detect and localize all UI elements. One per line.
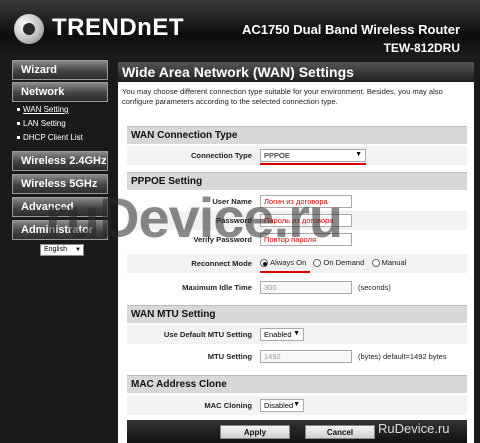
trendnet-logo-icon bbox=[14, 14, 44, 44]
mac-cloning-label: MAC Cloning bbox=[204, 401, 252, 410]
subitem-label: LAN Setting bbox=[23, 119, 66, 128]
row-reconnect-mode: Reconnect Mode Always On On Demand Manua… bbox=[127, 254, 467, 273]
mac-cloning-select[interactable]: Disabled ▼ bbox=[260, 399, 304, 412]
radio-label: Manual bbox=[381, 258, 407, 267]
row-max-idle-time: Maximum Idle Time 300 (seconds) bbox=[127, 278, 467, 297]
sidebar-item-wireless-24[interactable]: Wireless 2.4GHz bbox=[12, 151, 108, 171]
subitem-label: DHCP Client List bbox=[23, 133, 83, 142]
radio-label: Always On bbox=[270, 258, 307, 267]
highlight-underline bbox=[260, 163, 366, 165]
brand-name: TRENDnET bbox=[52, 14, 184, 41]
chevron-down-icon: ▼ bbox=[293, 330, 300, 337]
product-name: AC1750 Dual Band Wireless Router bbox=[241, 22, 460, 37]
model-name: TEW-812DRU bbox=[383, 41, 460, 55]
bullet-icon bbox=[17, 136, 20, 140]
max-idle-time-unit: (seconds) bbox=[358, 283, 391, 292]
chevron-down-icon: ▼ bbox=[355, 151, 362, 158]
highlight-underline bbox=[260, 271, 310, 273]
reconnect-mode-radio-group: Always On On Demand Manual bbox=[260, 258, 411, 267]
header: TRENDnET AC1750 Dual Band Wireless Route… bbox=[0, 0, 480, 58]
mtu-setting-input[interactable]: 1492 bbox=[260, 350, 352, 363]
section-mac-address-clone: MAC Address Clone bbox=[127, 375, 467, 393]
row-mac-cloning: MAC Cloning Disabled ▼ bbox=[127, 396, 467, 415]
sidebar-item-wizard[interactable]: Wizard bbox=[12, 60, 108, 80]
radio-checked-icon bbox=[260, 259, 268, 267]
radio-unchecked-icon bbox=[313, 259, 322, 267]
subitem-label: WAN Setting bbox=[23, 105, 69, 114]
radio-on-demand[interactable]: On Demand bbox=[313, 258, 364, 267]
row-mtu-setting: MTU Setting 1492 (bytes) default=1492 by… bbox=[127, 347, 467, 366]
radio-always-on[interactable]: Always On bbox=[260, 258, 306, 267]
page-description: You may choose different connection type… bbox=[122, 87, 443, 106]
watermark-large: ruDevice.ru bbox=[45, 186, 343, 249]
default-mtu-select[interactable]: Enabled ▼ bbox=[260, 328, 304, 341]
section-wan-mtu-setting: WAN MTU Setting bbox=[127, 305, 467, 323]
apply-button[interactable]: Apply bbox=[220, 425, 290, 439]
sidebar-item-network[interactable]: Network bbox=[12, 82, 108, 102]
default-mtu-value: Enabled bbox=[264, 330, 292, 339]
main-panel: Wide Area Network (WAN) Settings You may… bbox=[118, 62, 474, 443]
page-title: Wide Area Network (WAN) Settings bbox=[118, 62, 474, 82]
mac-cloning-value: Disabled bbox=[264, 401, 294, 410]
reconnect-mode-label: Reconnect Mode bbox=[191, 259, 252, 268]
max-idle-time-label: Maximum Idle Time bbox=[182, 283, 252, 292]
radio-manual[interactable]: Manual bbox=[371, 258, 407, 267]
max-idle-time-input[interactable]: 300 bbox=[260, 281, 352, 294]
mtu-setting-label: MTU Setting bbox=[207, 352, 252, 361]
row-connection-type: Connection Type PPPOE ▼ bbox=[127, 146, 467, 165]
connection-type-select[interactable]: PPPOE ▼ bbox=[260, 149, 366, 162]
radio-unchecked-icon bbox=[371, 259, 380, 267]
section-wan-connection-type: WAN Connection Type bbox=[127, 126, 467, 144]
sidebar-subitem-lan-setting[interactable]: LAN Setting bbox=[17, 119, 66, 128]
bullet-icon bbox=[17, 108, 20, 112]
row-default-mtu: Use Default MTU Setting Enabled ▼ bbox=[127, 325, 467, 344]
connection-type-label: Connection Type bbox=[190, 151, 252, 160]
sidebar: Wizard Network WAN Setting LAN Setting D… bbox=[0, 58, 118, 443]
chevron-down-icon: ▼ bbox=[293, 401, 300, 408]
default-mtu-label: Use Default MTU Setting bbox=[163, 330, 252, 339]
bullet-icon bbox=[17, 122, 20, 126]
sidebar-subitem-dhcp-client-list[interactable]: DHCP Client List bbox=[17, 133, 83, 142]
cancel-button[interactable]: Cancel bbox=[305, 425, 375, 439]
watermark-small: RuDevice.ru bbox=[378, 421, 450, 436]
radio-label: On Demand bbox=[323, 258, 365, 267]
sidebar-subitem-wan-setting[interactable]: WAN Setting bbox=[17, 105, 69, 114]
connection-type-value: PPPOE bbox=[264, 151, 290, 160]
mtu-setting-hint: (bytes) default=1492 bytes bbox=[358, 352, 447, 361]
